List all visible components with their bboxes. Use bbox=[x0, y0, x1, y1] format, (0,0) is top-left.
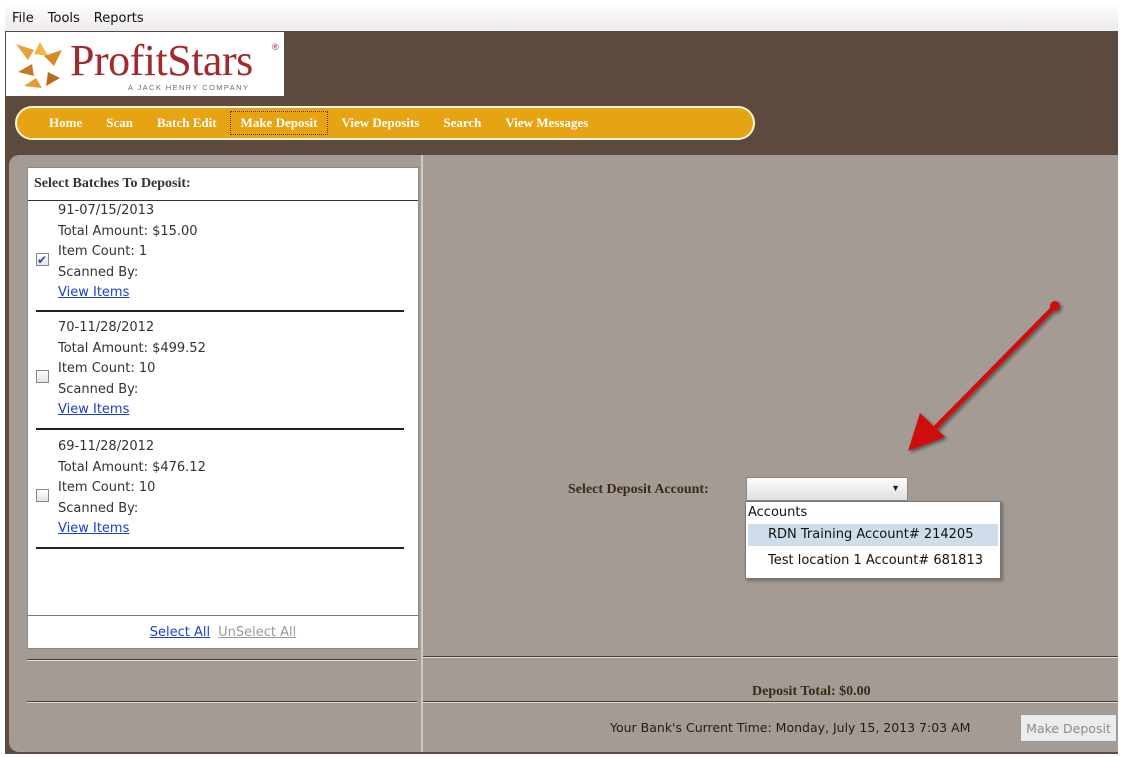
view-items-link[interactable]: View Items bbox=[58, 285, 129, 300]
divider-line bbox=[27, 702, 417, 703]
divider-line bbox=[423, 702, 1118, 703]
batch-panel-title: Select Batches To Deposit: bbox=[34, 176, 191, 191]
profitstars-star-icon bbox=[16, 42, 62, 88]
divider-line bbox=[423, 657, 1118, 658]
batch-id: 70-11/28/2012 bbox=[58, 320, 155, 335]
batch-checkbox[interactable] bbox=[36, 489, 49, 502]
unselect-all-link[interactable]: UnSelect All bbox=[218, 625, 296, 640]
batch-divider bbox=[36, 310, 404, 312]
batch-footer: Select All UnSelect All bbox=[28, 615, 418, 649]
nav-batch-edit[interactable]: Batch Edit bbox=[157, 115, 217, 131]
batch-id: 91-07/15/2013 bbox=[58, 203, 155, 218]
deposit-account-select[interactable]: ▼ bbox=[746, 477, 908, 501]
bank-current-time: Your Bank's Current Time: Monday, July 1… bbox=[610, 720, 971, 735]
view-items-link[interactable]: View Items bbox=[58, 521, 129, 536]
batch-id: 69-11/28/2012 bbox=[58, 439, 155, 454]
logo-registered-mark: ® bbox=[272, 42, 279, 52]
nav-home[interactable]: Home bbox=[49, 115, 82, 131]
batch-checkbox[interactable] bbox=[36, 250, 49, 271]
batch-item-count: Item Count: 1 bbox=[58, 244, 148, 259]
view-items-link[interactable]: View Items bbox=[58, 402, 129, 417]
app-frame: ProfitStars ® A JACK HENRY COMPANY Home … bbox=[5, 31, 1118, 754]
chevron-down-icon: ▼ bbox=[891, 483, 900, 493]
dropdown-option[interactable]: Test location 1 Account# 681813 bbox=[748, 550, 998, 572]
batch-item-count: Item Count: 10 bbox=[58, 361, 156, 376]
nav-view-deposits[interactable]: View Deposits bbox=[341, 115, 419, 131]
batch-checkbox[interactable] bbox=[36, 370, 49, 383]
nav-make-deposit[interactable]: Make Deposit bbox=[229, 111, 329, 135]
logo-tagline: A JACK HENRY COMPANY bbox=[128, 83, 250, 92]
dropdown-group-header: Accounts bbox=[748, 505, 808, 520]
nav-view-messages[interactable]: View Messages bbox=[505, 115, 588, 131]
main-navigation: Home Scan Batch Edit Make Deposit View D… bbox=[15, 106, 755, 140]
menu-reports[interactable]: Reports bbox=[87, 11, 151, 26]
batch-divider bbox=[36, 547, 404, 549]
nav-search[interactable]: Search bbox=[443, 115, 481, 131]
batch-item: 91-07/15/2013 Total Amount: $15.00 Item … bbox=[28, 201, 408, 313]
nav-scan[interactable]: Scan bbox=[106, 115, 133, 131]
deposit-total: Deposit Total: $0.00 bbox=[752, 684, 871, 699]
panel-separator bbox=[421, 155, 423, 752]
batch-total-amount: Total Amount: $15.00 bbox=[58, 223, 198, 239]
batch-total-amount: Total Amount: $476.12 bbox=[58, 459, 206, 475]
batch-item: 70-11/28/2012 Total Amount: $499.52 Item… bbox=[28, 318, 408, 430]
deposit-account-dropdown: Accounts RDN Training Account# 214205 Te… bbox=[745, 501, 1001, 579]
batch-item: 69-11/28/2012 Total Amount: $476.12 Item… bbox=[28, 437, 408, 549]
batch-scanned-by: Scanned By: bbox=[58, 381, 139, 397]
batch-divider bbox=[36, 428, 404, 430]
batch-scanned-by: Scanned By: bbox=[58, 500, 139, 516]
menu-tools[interactable]: Tools bbox=[41, 11, 87, 26]
logo-name: ProfitStars bbox=[70, 36, 253, 85]
deposit-account-label: Select Deposit Account: bbox=[568, 482, 709, 497]
make-deposit-button[interactable]: Make Deposit bbox=[1020, 714, 1117, 742]
batch-item-count: Item Count: 10 bbox=[58, 480, 156, 495]
batch-scanned-by: Scanned By: bbox=[58, 264, 139, 280]
batch-total-amount: Total Amount: $499.52 bbox=[58, 340, 206, 356]
select-all-link[interactable]: Select All bbox=[150, 625, 210, 640]
divider-line bbox=[27, 660, 417, 661]
dropdown-option[interactable]: RDN Training Account# 214205 bbox=[748, 524, 998, 546]
logo: ProfitStars ® A JACK HENRY COMPANY bbox=[6, 32, 284, 96]
menu-file[interactable]: File bbox=[5, 11, 41, 26]
batch-selection-panel[interactable]: Select Batches To Deposit: 91-07/15/2013… bbox=[27, 167, 419, 649]
make-deposit-content: Select Batches To Deposit: 91-07/15/2013… bbox=[9, 155, 1118, 752]
menu-bar: File Tools Reports bbox=[5, 5, 1118, 32]
